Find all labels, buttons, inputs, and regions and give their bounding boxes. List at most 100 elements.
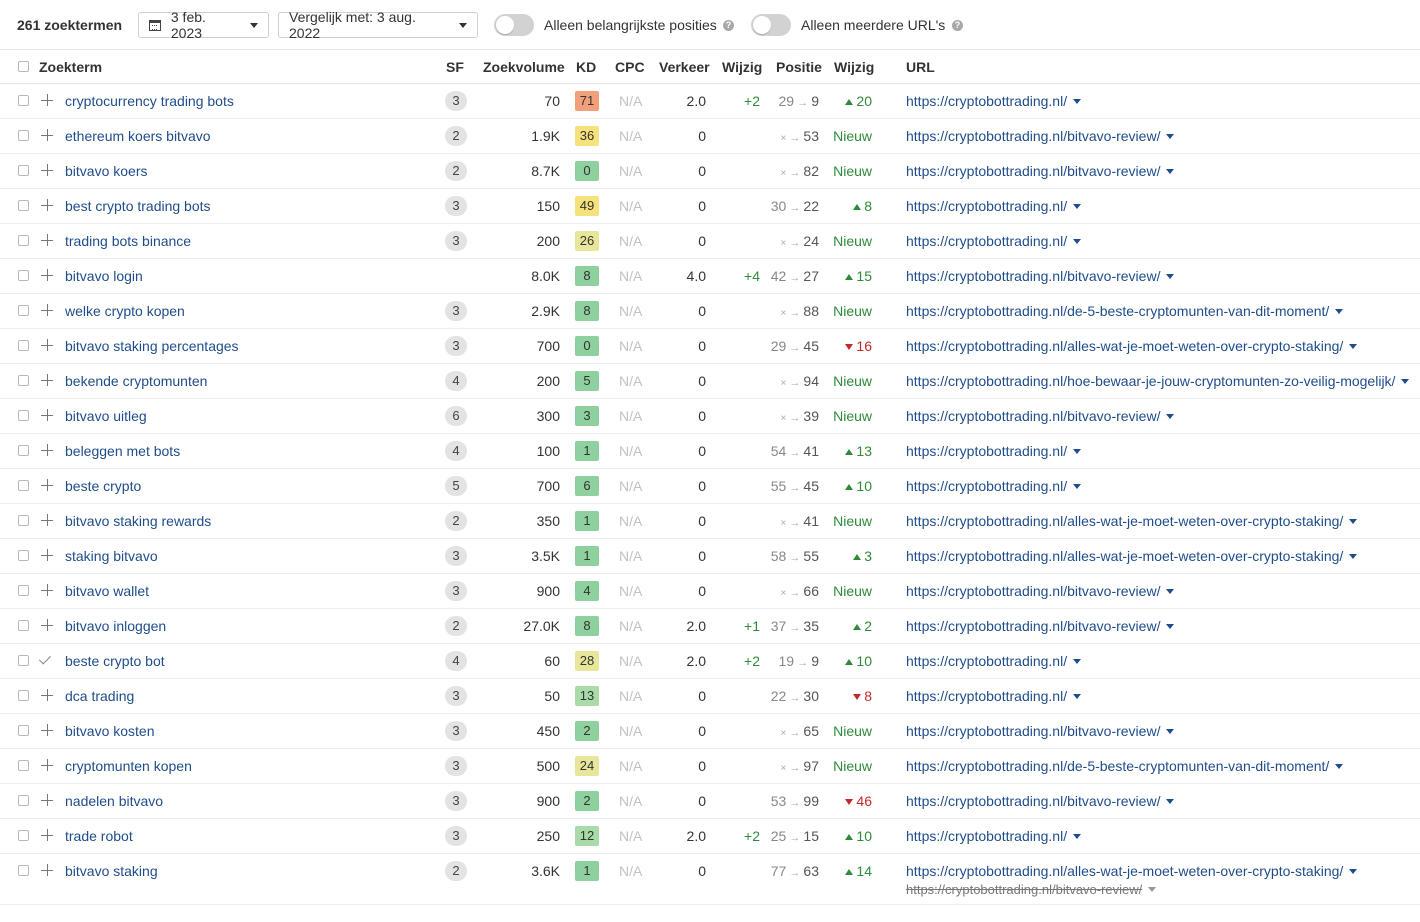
row-checkbox[interactable] xyxy=(18,165,29,176)
col-position-change[interactable]: Wijzig xyxy=(834,59,874,75)
row-checkbox[interactable] xyxy=(18,585,29,596)
keyword-link[interactable]: bitvavo inloggen xyxy=(65,618,166,634)
plus-icon[interactable] xyxy=(41,829,53,841)
ranking-url[interactable]: https://cryptobottrading.nl/bitvavo-revi… xyxy=(906,793,1175,809)
chevron-down-icon[interactable] xyxy=(1349,519,1358,524)
top-positions-toggle[interactable] xyxy=(494,14,534,36)
chevron-down-icon[interactable] xyxy=(1073,659,1082,664)
chevron-down-icon[interactable] xyxy=(1073,484,1082,489)
plus-icon[interactable] xyxy=(41,794,53,806)
ranking-url[interactable]: https://cryptobottrading.nl/ xyxy=(906,828,1082,844)
keyword-link[interactable]: bitvavo kosten xyxy=(65,723,155,739)
keyword-link[interactable]: bitvavo uitleg xyxy=(65,408,147,424)
ranking-url[interactable]: https://cryptobottrading.nl/bitvavo-revi… xyxy=(906,618,1175,634)
serp-features-badge[interactable]: 2 xyxy=(445,126,467,146)
ranking-url[interactable]: https://cryptobottrading.nl/ xyxy=(906,653,1082,669)
plus-icon[interactable] xyxy=(41,759,53,771)
serp-features-badge[interactable]: 2 xyxy=(445,161,467,181)
chevron-down-icon[interactable] xyxy=(1166,169,1175,174)
row-checkbox[interactable] xyxy=(18,445,29,456)
row-checkbox[interactable] xyxy=(18,760,29,771)
row-checkbox[interactable] xyxy=(18,795,29,806)
ranking-url[interactable]: https://cryptobottrading.nl/de-5-beste-c… xyxy=(906,303,1344,319)
keyword-link[interactable]: welke crypto kopen xyxy=(65,303,185,319)
keyword-link[interactable]: staking bitvavo xyxy=(65,548,158,564)
serp-features-badge[interactable]: 3 xyxy=(445,581,467,601)
chevron-down-icon[interactable] xyxy=(1073,694,1082,699)
keyword-link[interactable]: bitvavo staking xyxy=(65,863,158,879)
row-checkbox[interactable] xyxy=(18,830,29,841)
plus-icon[interactable] xyxy=(41,304,53,316)
plus-icon[interactable] xyxy=(41,584,53,596)
chevron-down-icon[interactable] xyxy=(1073,239,1082,244)
keyword-link[interactable]: beleggen met bots xyxy=(65,443,180,459)
ranking-url[interactable]: https://cryptobottrading.nl/bitvavo-revi… xyxy=(906,128,1175,144)
keyword-link[interactable]: bekende cryptomunten xyxy=(65,373,207,389)
keyword-link[interactable]: cryptomunten kopen xyxy=(65,758,192,774)
keyword-link[interactable]: ethereum koers bitvavo xyxy=(65,128,211,144)
ranking-url[interactable]: https://cryptobottrading.nl/ xyxy=(906,233,1082,249)
ranking-url[interactable]: https://cryptobottrading.nl/bitvavo-revi… xyxy=(906,268,1175,284)
ranking-url[interactable]: https://cryptobottrading.nl/ xyxy=(906,93,1082,109)
row-checkbox[interactable] xyxy=(18,340,29,351)
row-checkbox[interactable] xyxy=(18,95,29,106)
row-checkbox[interactable] xyxy=(18,305,29,316)
col-kd[interactable]: KD xyxy=(576,59,596,75)
ranking-url[interactable]: https://cryptobottrading.nl/bitvavo-revi… xyxy=(906,723,1175,739)
chevron-down-icon[interactable] xyxy=(1166,589,1175,594)
serp-features-badge[interactable]: 3 xyxy=(445,301,467,321)
plus-icon[interactable] xyxy=(41,234,53,246)
chevron-down-icon[interactable] xyxy=(1073,99,1082,104)
keyword-link[interactable]: beste crypto xyxy=(65,478,141,494)
date-picker-button[interactable]: 3 feb. 2023 xyxy=(138,9,269,41)
keyword-link[interactable]: dca trading xyxy=(65,688,134,704)
chevron-down-icon[interactable] xyxy=(1166,414,1175,419)
ranking-url[interactable]: https://cryptobottrading.nl/de-5-beste-c… xyxy=(906,758,1344,774)
col-cpc[interactable]: CPC xyxy=(615,59,645,75)
previous-url[interactable]: https://cryptobottrading.nl/bitvavo-revi… xyxy=(906,882,1157,897)
serp-features-badge[interactable]: 3 xyxy=(445,826,467,846)
serp-features-badge[interactable]: 4 xyxy=(445,441,467,461)
chevron-down-icon[interactable] xyxy=(1335,309,1344,314)
serp-features-badge[interactable]: 3 xyxy=(445,686,467,706)
plus-icon[interactable] xyxy=(41,199,53,211)
keyword-link[interactable]: trading bots binance xyxy=(65,233,191,249)
serp-features-badge[interactable]: 3 xyxy=(445,196,467,216)
keyword-link[interactable]: best crypto trading bots xyxy=(65,198,211,214)
ranking-url[interactable]: https://cryptobottrading.nl/ xyxy=(906,688,1082,704)
check-icon[interactable] xyxy=(38,652,52,665)
plus-icon[interactable] xyxy=(41,374,53,386)
row-checkbox[interactable] xyxy=(18,270,29,281)
serp-features-badge[interactable]: 3 xyxy=(445,756,467,776)
row-checkbox[interactable] xyxy=(18,550,29,561)
row-checkbox[interactable] xyxy=(18,410,29,421)
ranking-url[interactable]: https://cryptobottrading.nl/alles-wat-je… xyxy=(906,548,1358,564)
plus-icon[interactable] xyxy=(41,129,53,141)
plus-icon[interactable] xyxy=(41,444,53,456)
plus-icon[interactable] xyxy=(41,94,53,106)
chevron-down-icon[interactable] xyxy=(1166,624,1175,629)
serp-features-badge[interactable]: 5 xyxy=(445,476,467,496)
row-checkbox[interactable] xyxy=(18,515,29,526)
chevron-down-icon[interactable] xyxy=(1335,764,1344,769)
keyword-link[interactable]: trade robot xyxy=(65,828,133,844)
keyword-link[interactable]: bitvavo staking rewards xyxy=(65,513,211,529)
chevron-down-icon[interactable] xyxy=(1401,379,1410,384)
plus-icon[interactable] xyxy=(41,409,53,421)
plus-icon[interactable] xyxy=(41,619,53,631)
serp-features-badge[interactable]: 3 xyxy=(445,91,467,111)
row-checkbox[interactable] xyxy=(18,480,29,491)
row-checkbox[interactable] xyxy=(18,200,29,211)
plus-icon[interactable] xyxy=(41,514,53,526)
plus-icon[interactable] xyxy=(41,549,53,561)
keyword-link[interactable]: bitvavo staking percentages xyxy=(65,338,239,354)
serp-features-badge[interactable]: 2 xyxy=(445,616,467,636)
serp-features-badge[interactable]: 3 xyxy=(445,546,467,566)
serp-features-badge[interactable]: 6 xyxy=(445,406,467,426)
plus-icon[interactable] xyxy=(41,269,53,281)
serp-features-badge[interactable]: 2 xyxy=(445,861,467,881)
keyword-link[interactable]: beste crypto bot xyxy=(65,653,165,669)
col-volume[interactable]: Zoekvolume xyxy=(483,59,565,75)
plus-icon[interactable] xyxy=(41,164,53,176)
row-checkbox[interactable] xyxy=(18,725,29,736)
